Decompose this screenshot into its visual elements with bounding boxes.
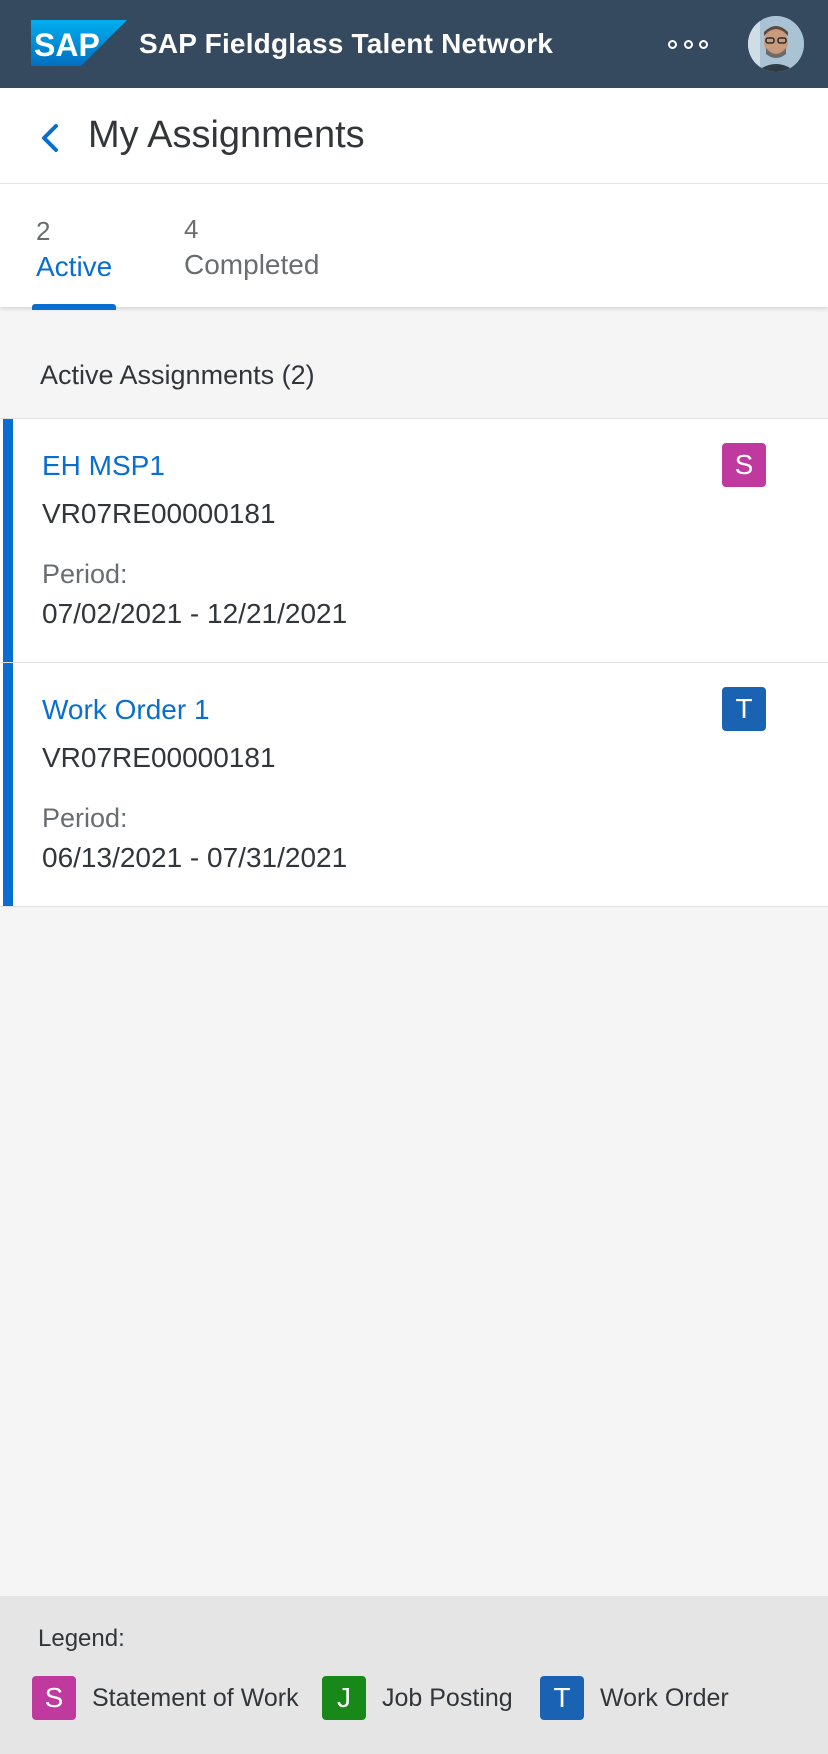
avatar-image	[748, 16, 804, 72]
tab-count: 4	[184, 214, 199, 244]
legend-badge: J	[322, 1676, 366, 1720]
type-badge: T	[722, 687, 766, 731]
legend-label: Work Order	[600, 1684, 729, 1712]
tab-completed[interactable]: 4 Completed	[180, 184, 340, 308]
tab-bar: 2 Active 4 Completed	[0, 183, 828, 310]
tab-active[interactable]: 2 Active	[32, 184, 116, 310]
list-item[interactable]: EH MSP1 VR07RE00000181 Period: 07/02/202…	[0, 419, 828, 663]
assignment-title[interactable]: Work Order 1	[42, 693, 210, 727]
legend-footer: Legend: S Statement of Work J Job Postin…	[0, 1596, 828, 1754]
assignment-id: VR07RE00000181	[42, 742, 276, 773]
app-title: SAP Fieldglass Talent Network	[139, 28, 553, 59]
legend-label: Job Posting	[382, 1684, 513, 1712]
overflow-icon[interactable]	[668, 30, 708, 58]
tab-selected-indicator	[32, 304, 116, 310]
legend-badge: T	[540, 1676, 584, 1720]
tab-label: Completed	[184, 249, 320, 280]
tab-count: 2	[36, 216, 51, 246]
assignment-id: VR07RE00000181	[42, 498, 276, 529]
legend-label: Statement of Work	[92, 1684, 299, 1712]
overflow-dot	[683, 39, 693, 49]
active-highlight-bar	[3, 419, 13, 662]
shell-bar: SAP SAP Fieldglass Talent Network	[0, 0, 828, 88]
sap-logo[interactable]: SAP	[31, 20, 127, 66]
list-item[interactable]: Work Order 1 VR07RE00000181 Period: 06/1…	[0, 663, 828, 907]
legend-item-work-order: T Work Order	[540, 1676, 729, 1720]
period-value: 06/13/2021 - 07/31/2021	[42, 842, 348, 873]
user-avatar[interactable]	[748, 16, 804, 72]
assignment-title[interactable]: EH MSP1	[42, 449, 165, 483]
overflow-dot	[668, 39, 677, 49]
legend-title: Legend:	[38, 1625, 125, 1652]
legend-item-statement-of-work: S Statement of Work	[32, 1676, 299, 1720]
legend-badge: S	[32, 1676, 76, 1720]
overflow-dot	[699, 39, 708, 49]
active-highlight-bar	[3, 663, 13, 906]
assignment-list: EH MSP1 VR07RE00000181 Period: 07/02/202…	[0, 418, 828, 907]
period-label: Period:	[42, 803, 128, 833]
legend-item-job-posting: J Job Posting	[322, 1676, 513, 1720]
period-value: 07/02/2021 - 12/21/2021	[42, 598, 348, 629]
period-label: Period:	[42, 559, 128, 589]
chevron-left-icon[interactable]	[36, 118, 68, 158]
sap-logo-text: SAP	[34, 27, 100, 63]
page-header: My Assignments	[0, 88, 828, 183]
section-title: Active Assignments (2)	[40, 360, 315, 390]
tab-label: Active	[36, 251, 113, 282]
type-badge: S	[722, 443, 766, 487]
page-title: My Assignments	[88, 114, 365, 156]
